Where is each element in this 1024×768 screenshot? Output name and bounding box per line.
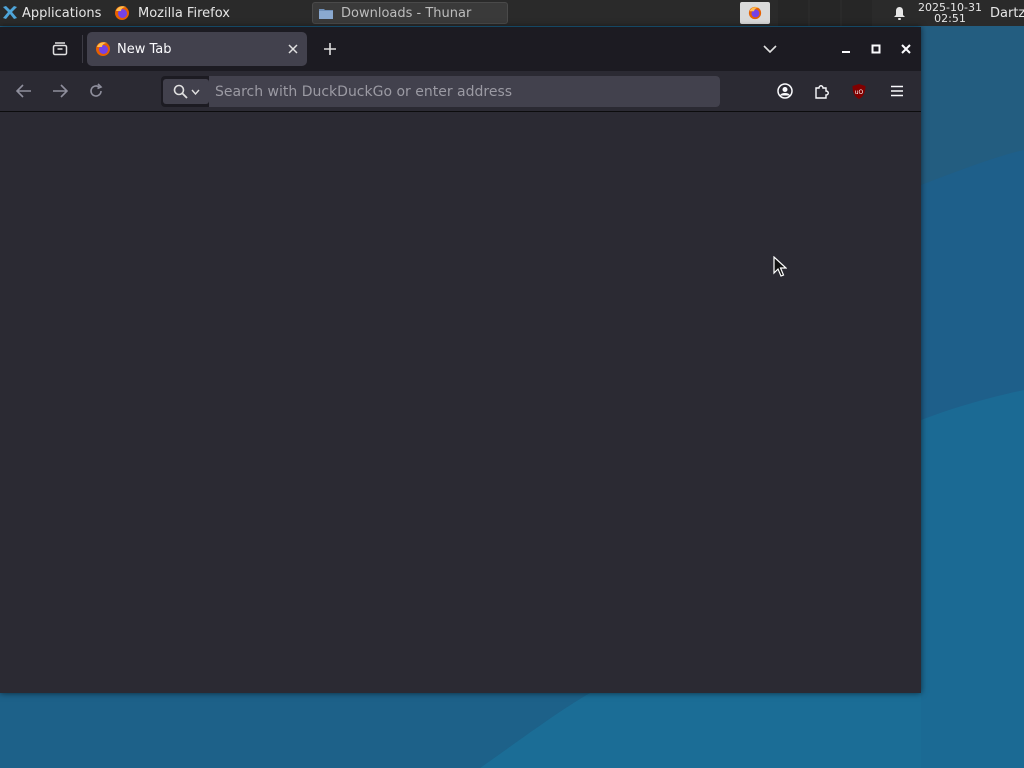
firefox-window: New Tab Search with DuckDuckGo or enter … xyxy=(0,27,921,693)
navigation-toolbar: uO xyxy=(0,71,921,112)
firefox-icon xyxy=(96,42,110,56)
workspace-2[interactable] xyxy=(778,0,808,26)
taskbar-thunar-label: Downloads - Thunar xyxy=(341,5,472,21)
firefox-icon xyxy=(115,6,129,20)
url-bar xyxy=(161,76,720,107)
chevron-down-icon xyxy=(190,89,200,95)
minimize-icon xyxy=(842,51,850,53)
ublock-badge-text: uO xyxy=(855,89,864,96)
new-tab-button[interactable] xyxy=(316,35,344,63)
tab-bar: New Tab xyxy=(0,27,921,71)
firefox-view-button[interactable] xyxy=(40,33,80,65)
hamburger-menu-icon xyxy=(891,85,903,97)
applications-label: Applications xyxy=(22,5,102,21)
tab-separator xyxy=(82,35,83,63)
reload-button[interactable] xyxy=(82,77,110,105)
ublock-origin-button[interactable]: uO xyxy=(845,77,873,105)
ublock-shield-icon: uO xyxy=(852,83,866,99)
bell-icon xyxy=(893,7,905,20)
account-button[interactable] xyxy=(771,77,799,105)
app-menu-button[interactable] xyxy=(883,77,911,105)
clock-time: 02:51 xyxy=(934,12,966,25)
extensions-button[interactable] xyxy=(808,77,836,105)
chevron-down-icon xyxy=(763,45,777,53)
back-button[interactable] xyxy=(10,77,38,105)
maximize-icon xyxy=(871,44,881,54)
notifications-button[interactable] xyxy=(884,0,914,26)
taskbar-firefox[interactable]: Mozilla Firefox xyxy=(108,0,308,26)
user-name: Dartz xyxy=(990,5,1024,21)
minimize-button[interactable] xyxy=(832,35,860,63)
page-content[interactable] xyxy=(0,112,921,693)
tab-new-tab[interactable]: New Tab xyxy=(87,32,307,66)
firefox-icon xyxy=(748,6,762,20)
close-window-button[interactable] xyxy=(892,35,920,63)
account-icon xyxy=(777,83,793,99)
clock[interactable]: 2025-10-31 02:51 xyxy=(914,0,986,26)
forward-button[interactable] xyxy=(46,77,74,105)
workspace-switcher-active[interactable] xyxy=(740,2,770,24)
url-input[interactable] xyxy=(209,76,720,107)
plus-icon xyxy=(324,43,336,55)
close-icon xyxy=(288,44,298,54)
search-icon xyxy=(173,84,188,99)
reload-icon xyxy=(90,83,103,97)
user-menu[interactable]: Dartz xyxy=(986,0,1024,26)
folder-icon xyxy=(319,9,333,19)
arrow-right-icon xyxy=(53,84,68,98)
top-panel: Applications ☰ Mozilla Firefox Downloads… xyxy=(0,0,1024,26)
tab-title: New Tab xyxy=(117,41,172,57)
search-engine-button[interactable] xyxy=(163,79,209,104)
xfce-logo-icon xyxy=(3,6,17,19)
applications-menu-button[interactable]: Applications ☰ xyxy=(0,0,108,26)
list-all-tabs-button[interactable] xyxy=(756,35,784,63)
tab-close-button[interactable] xyxy=(279,35,307,63)
puzzle-icon xyxy=(815,85,829,99)
taskbar-thunar[interactable]: Downloads - Thunar xyxy=(312,2,508,24)
close-icon xyxy=(901,44,911,54)
taskbar-firefox-label: Mozilla Firefox xyxy=(138,5,230,21)
maximize-button[interactable] xyxy=(862,35,890,63)
firefox-view-icon xyxy=(52,42,68,56)
workspace-4[interactable] xyxy=(842,0,872,26)
arrow-left-icon xyxy=(16,84,31,98)
workspace-3[interactable] xyxy=(810,0,840,26)
mouse-cursor-icon xyxy=(773,256,787,277)
